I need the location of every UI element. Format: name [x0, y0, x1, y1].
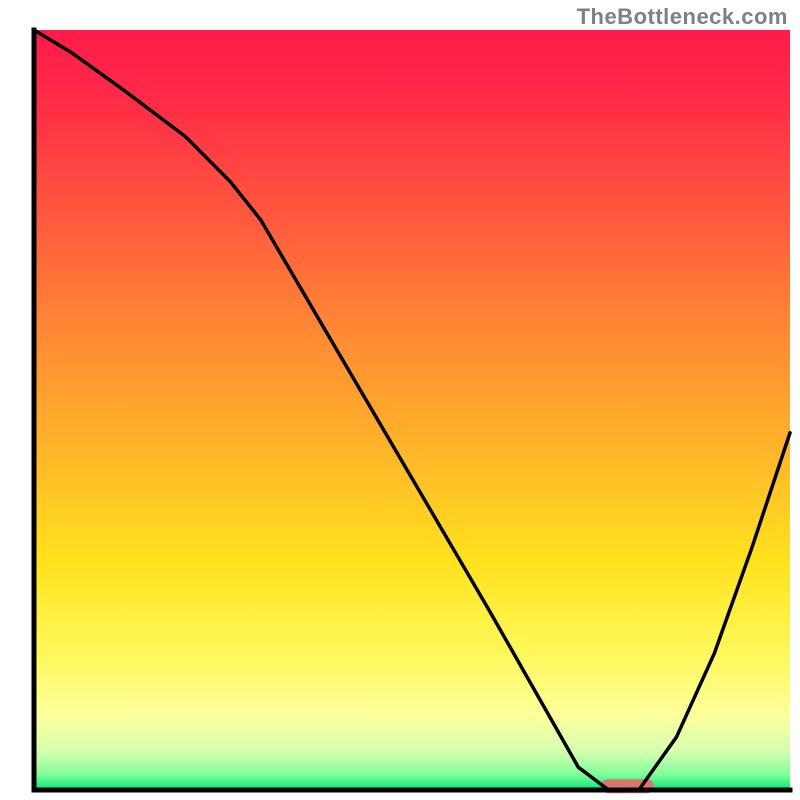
- bottleneck-chart: [0, 0, 800, 800]
- chart-container: TheBottleneck.com: [0, 0, 800, 800]
- gradient-background: [34, 30, 790, 790]
- watermark-text: TheBottleneck.com: [577, 4, 788, 30]
